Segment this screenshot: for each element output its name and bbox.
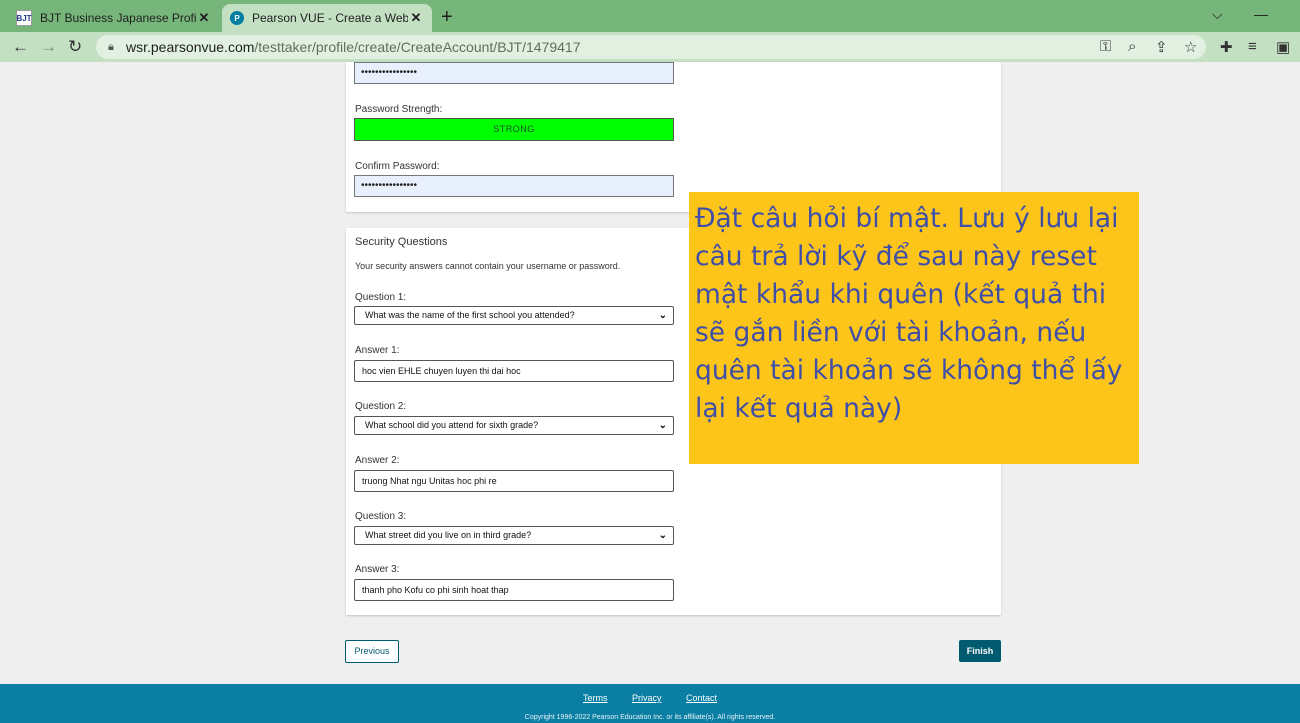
tab-title: Pearson VUE - Create a Web Acc bbox=[252, 11, 408, 25]
reload-icon[interactable]: ↻ bbox=[68, 37, 82, 57]
browser-tab-pearson[interactable]: P Pearson VUE - Create a Web Acc ✕ bbox=[222, 4, 432, 32]
security-note: Your security answers cannot contain you… bbox=[355, 261, 621, 271]
question-1-select[interactable]: What was the name of the first school yo… bbox=[354, 306, 674, 325]
pearson-favicon-icon: P bbox=[230, 11, 244, 25]
close-tab-icon[interactable]: ✕ bbox=[408, 10, 424, 26]
zoom-icon[interactable]: ⌕ bbox=[1128, 38, 1136, 55]
question-1-value: What was the name of the first school yo… bbox=[365, 310, 575, 320]
footer-links: Terms Privacy Contact bbox=[0, 693, 1300, 703]
question-2-label: Question 2: bbox=[355, 401, 407, 412]
lock-icon: 🔒︎ bbox=[108, 41, 114, 53]
close-tab-icon[interactable]: ✕ bbox=[196, 10, 212, 26]
tab-title: BJT Business Japanese Proficienc bbox=[40, 11, 196, 25]
chevron-down-icon: ⌄ bbox=[658, 530, 667, 541]
confirm-password-label: Confirm Password: bbox=[355, 161, 440, 172]
browser-tab-bar: BJT BJT Business Japanese Proficienc ✕ P… bbox=[0, 0, 1300, 32]
back-arrow-icon[interactable]: ← bbox=[12, 37, 29, 57]
answer-1-label: Answer 1: bbox=[355, 345, 400, 356]
chevron-down-icon: ⌄ bbox=[658, 310, 667, 321]
share-icon[interactable]: ⇪ bbox=[1155, 38, 1168, 56]
reading-list-icon[interactable]: ≡ bbox=[1248, 38, 1257, 55]
question-2-value: What school did you attend for sixth gra… bbox=[365, 420, 539, 430]
url-host: wsr.pearsonvue.com bbox=[126, 39, 255, 55]
question-3-select[interactable]: What street did you live on in third gra… bbox=[354, 526, 674, 545]
browser-tab-bjt[interactable]: BJT BJT Business Japanese Proficienc ✕ bbox=[8, 4, 220, 32]
security-questions-heading: Security Questions bbox=[355, 236, 448, 248]
footer-link-privacy[interactable]: Privacy bbox=[632, 693, 662, 703]
forward-arrow-icon[interactable]: → bbox=[40, 37, 57, 57]
key-icon[interactable]: ⚿ bbox=[1100, 38, 1111, 55]
bookmark-star-icon[interactable]: ☆ bbox=[1184, 38, 1197, 56]
answer-2-label: Answer 2: bbox=[355, 455, 400, 466]
address-bar[interactable]: 🔒︎ wsr.pearsonvue.com/testtaker/profile/… bbox=[96, 35, 1206, 59]
footer-link-contact[interactable]: Contact bbox=[686, 693, 717, 703]
answer-1-field[interactable]: hoc vien EHLE chuyen luyen thi dai hoc bbox=[354, 360, 674, 382]
minimize-icon[interactable]: — bbox=[1254, 6, 1268, 22]
footer-link-terms[interactable]: Terms bbox=[583, 693, 608, 703]
previous-button[interactable]: Previous bbox=[345, 640, 399, 663]
site-footer: Terms Privacy Contact Copyright 1996-202… bbox=[0, 684, 1300, 723]
new-tab-icon[interactable]: + bbox=[441, 6, 453, 29]
answer-2-field[interactable]: truong Nhat ngu Unitas hoc phi re bbox=[354, 470, 674, 492]
question-2-select[interactable]: What school did you attend for sixth gra… bbox=[354, 416, 674, 435]
finish-button[interactable]: Finish bbox=[959, 640, 1001, 662]
answer-3-field[interactable]: thanh pho Kofu co phi sinh hoat thap bbox=[354, 579, 674, 601]
tab-search-chevron-icon[interactable]: ⌵ bbox=[1212, 6, 1223, 23]
bjt-favicon-icon: BJT bbox=[16, 10, 32, 26]
confirm-password-field[interactable]: •••••••••••••••• bbox=[354, 175, 674, 197]
password-card: •••••••••••••••• Password Strength: STRO… bbox=[346, 62, 1001, 212]
question-1-label: Question 1: bbox=[355, 292, 407, 303]
password-strength-meter: STRONG bbox=[354, 118, 674, 141]
question-3-value: What street did you live on in third gra… bbox=[365, 530, 532, 540]
answer-3-label: Answer 3: bbox=[355, 564, 400, 575]
side-panel-icon[interactable]: ▣ bbox=[1276, 38, 1290, 56]
password-field[interactable]: •••••••••••••••• bbox=[354, 62, 674, 84]
browser-toolbar: ← → ↻ 🔒︎ wsr.pearsonvue.com/testtaker/pr… bbox=[0, 32, 1300, 62]
url-path: /testtaker/profile/create/CreateAccount/… bbox=[254, 39, 581, 55]
question-3-label: Question 3: bbox=[355, 511, 407, 522]
password-strength-label: Password Strength: bbox=[355, 104, 443, 115]
extensions-puzzle-icon[interactable]: ✚ bbox=[1220, 38, 1233, 56]
copyright-text: Copyright 1996-2022 Pearson Education In… bbox=[524, 714, 776, 721]
annotation-callout: Đặt câu hỏi bí mật. Lưu ý lưu lại câu tr… bbox=[689, 192, 1139, 464]
chevron-down-icon: ⌄ bbox=[658, 420, 667, 431]
